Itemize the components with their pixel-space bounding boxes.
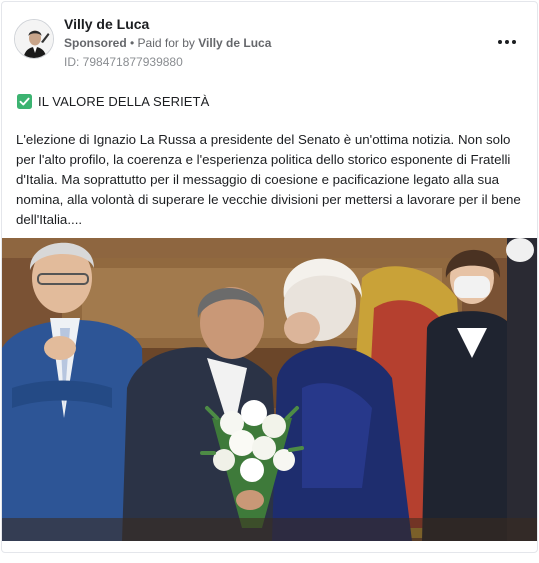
- page-name[interactable]: Villy de Luca: [64, 16, 149, 32]
- sponsored-label: Sponsored: [64, 36, 127, 50]
- more-options-button[interactable]: [495, 32, 519, 52]
- post-body-text: L'elezione di Ignazio La Russa a preside…: [16, 132, 521, 227]
- separator-dot: •: [126, 36, 138, 50]
- post-photo[interactable]: [2, 238, 537, 541]
- paid-for-by-name: Villy de Luca: [198, 36, 272, 50]
- page-avatar[interactable]: [14, 19, 54, 59]
- sponsored-line: Sponsored • Paid for by Villy de Luca: [64, 36, 271, 50]
- avatar-portrait-image: [15, 20, 53, 58]
- headline-text: IL VALORE DELLA SERIETÀ: [38, 93, 210, 109]
- senate-photo-image: [2, 238, 537, 541]
- ad-post-card: Villy de Luca Sponsored • Paid for by Vi…: [1, 1, 538, 553]
- ad-id: ID: 798471877939880: [64, 55, 183, 69]
- post-headline: IL VALORE DELLA SERIETÀ: [17, 92, 209, 110]
- paid-for-prefix: Paid for by: [137, 36, 199, 50]
- more-horizontal-icon: [498, 40, 516, 44]
- check-box-icon: [17, 93, 32, 109]
- post-header: Villy de Luca Sponsored • Paid for by Vi…: [2, 2, 537, 76]
